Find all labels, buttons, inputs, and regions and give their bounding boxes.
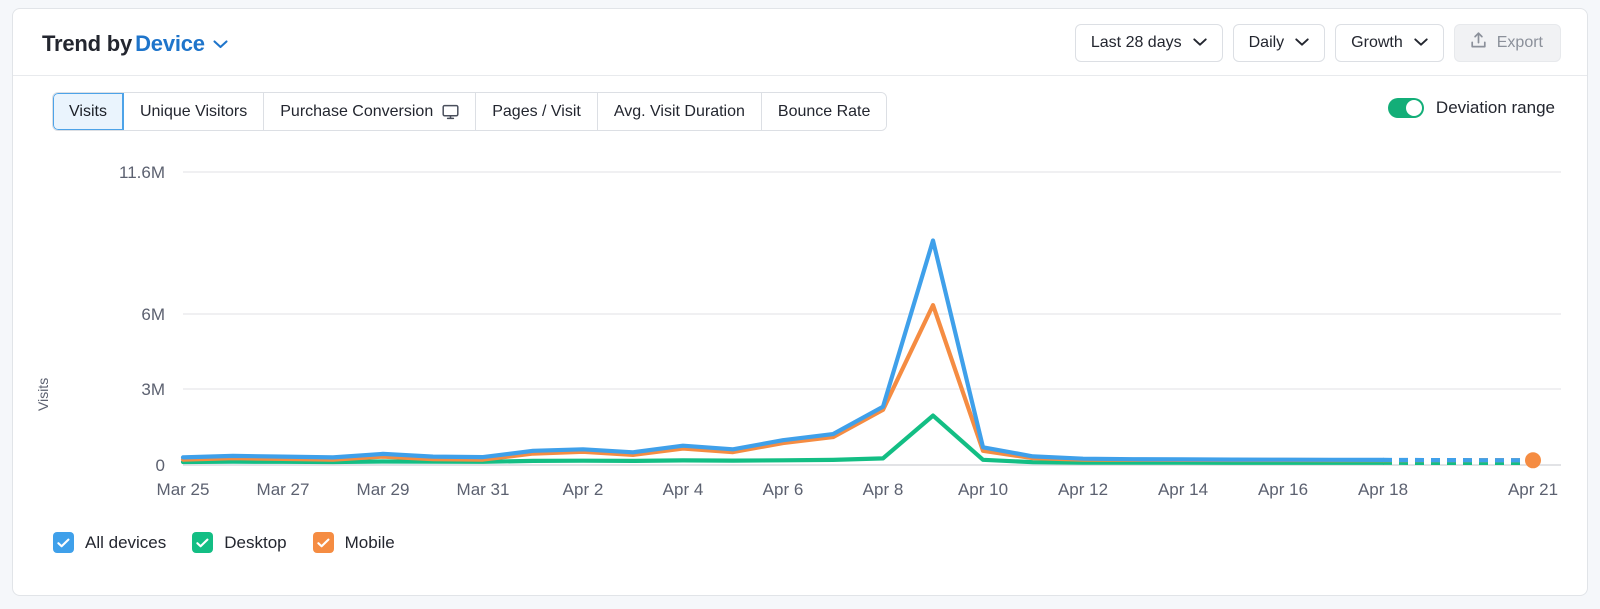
y-axis-tick-label: 0 [156,456,165,475]
series-line-mobile [183,305,1383,460]
x-axis-tick-label: Apr 2 [563,480,604,499]
x-axis-tick-label: Mar 27 [257,480,310,499]
dimension-selector[interactable]: Device [135,31,205,56]
growth-select[interactable]: Growth [1335,24,1444,62]
checkbox-mobile[interactable] [313,532,334,553]
x-axis-tick-label: Mar 31 [457,480,510,499]
tab-label: Purchase Conversion [280,103,433,121]
x-axis-tick-label: Apr 6 [763,480,804,499]
export-button[interactable]: Export [1454,24,1561,62]
metric-tabs-row: Visits Unique Visitors Purchase Conversi… [13,76,1587,138]
tab-label: Visits [69,103,107,121]
y-axis-title: Visits [35,378,51,411]
page-title: Trend byDevice [42,31,228,57]
chevron-down-icon [1193,34,1207,52]
series-line-all-devices [183,241,1383,460]
forecast-end-marker[interactable] [1525,452,1541,468]
x-axis-tick-label: Mar 25 [157,480,210,499]
tab-avg-visit-duration[interactable]: Avg. Visit Duration [598,93,762,130]
tab-unique-visitors[interactable]: Unique Visitors [124,93,264,130]
chevron-down-icon [1414,34,1428,52]
x-axis-tick-label: Apr 18 [1358,480,1408,499]
x-axis-tick-label: Apr 8 [863,480,904,499]
chart-legend: All devices Desktop Mobile [53,532,395,553]
legend-item-mobile[interactable]: Mobile [313,532,395,553]
tab-visits[interactable]: Visits [53,93,124,130]
tab-bounce-rate[interactable]: Bounce Rate [762,93,887,130]
y-axis-tick-label: 11.6M [119,163,165,182]
monitor-icon [442,103,459,120]
tab-label: Bounce Rate [778,103,871,121]
x-axis-tick-label: Apr 4 [663,480,704,499]
legend-label: Mobile [345,533,395,553]
tab-label: Pages / Visit [492,103,581,121]
trend-line-chart[interactable]: 0 3M 6M 11.6M Mar 25 Mar 27 Mar 29 Mar 31 Apr 2 A… [13,139,1588,527]
screen: Trend byDevice Last 28 days D [0,0,1600,609]
export-label: Export [1497,35,1543,51]
x-axis-tick-label: Apr 21 [1508,480,1558,499]
metric-tabs: Visits Unique Visitors Purchase Conversi… [52,92,887,131]
tab-pages-per-visit[interactable]: Pages / Visit [476,93,598,130]
legend-item-all-devices[interactable]: All devices [53,532,166,553]
page-title-prefix: Trend by [42,31,132,56]
tab-label: Avg. Visit Duration [614,103,745,121]
deviation-range-toggle[interactable]: Deviation range [1388,98,1555,118]
granularity-label: Daily [1249,35,1285,51]
toggle-switch[interactable] [1388,98,1424,118]
toggle-knob [1406,100,1422,116]
growth-label: Growth [1351,35,1403,51]
deviation-range-label: Deviation range [1436,98,1555,118]
checkbox-all-devices[interactable] [53,532,74,553]
date-range-label: Last 28 days [1091,35,1182,51]
chart-area: Visits 0 3M 6M 11.6M Mar 25 Mar 27 Mar 29 Mar 3… [13,139,1588,527]
chevron-down-icon [1295,34,1309,52]
chevron-down-icon[interactable] [213,40,228,49]
x-axis-tick-label: Mar 29 [357,480,410,499]
granularity-select[interactable]: Daily [1233,24,1326,62]
legend-label: Desktop [224,533,286,553]
upload-icon [1469,31,1488,55]
x-axis-tick-label: Apr 16 [1258,480,1308,499]
legend-item-desktop[interactable]: Desktop [192,532,286,553]
y-axis-tick-label: 3M [141,380,165,399]
x-axis-tick-label: Apr 14 [1158,480,1208,499]
x-axis-tick-label: Apr 12 [1058,480,1108,499]
card-header: Trend byDevice Last 28 days D [13,9,1587,76]
legend-label: All devices [85,533,166,553]
x-axis-tick-label: Apr 10 [958,480,1008,499]
header-controls: Last 28 days Daily [1075,24,1561,62]
tab-label: Unique Visitors [140,103,247,121]
trend-card: Trend byDevice Last 28 days D [12,8,1588,596]
date-range-select[interactable]: Last 28 days [1075,24,1223,62]
y-axis-tick-label: 6M [141,305,165,324]
tab-purchase-conversion[interactable]: Purchase Conversion [264,93,476,130]
checkbox-desktop[interactable] [192,532,213,553]
